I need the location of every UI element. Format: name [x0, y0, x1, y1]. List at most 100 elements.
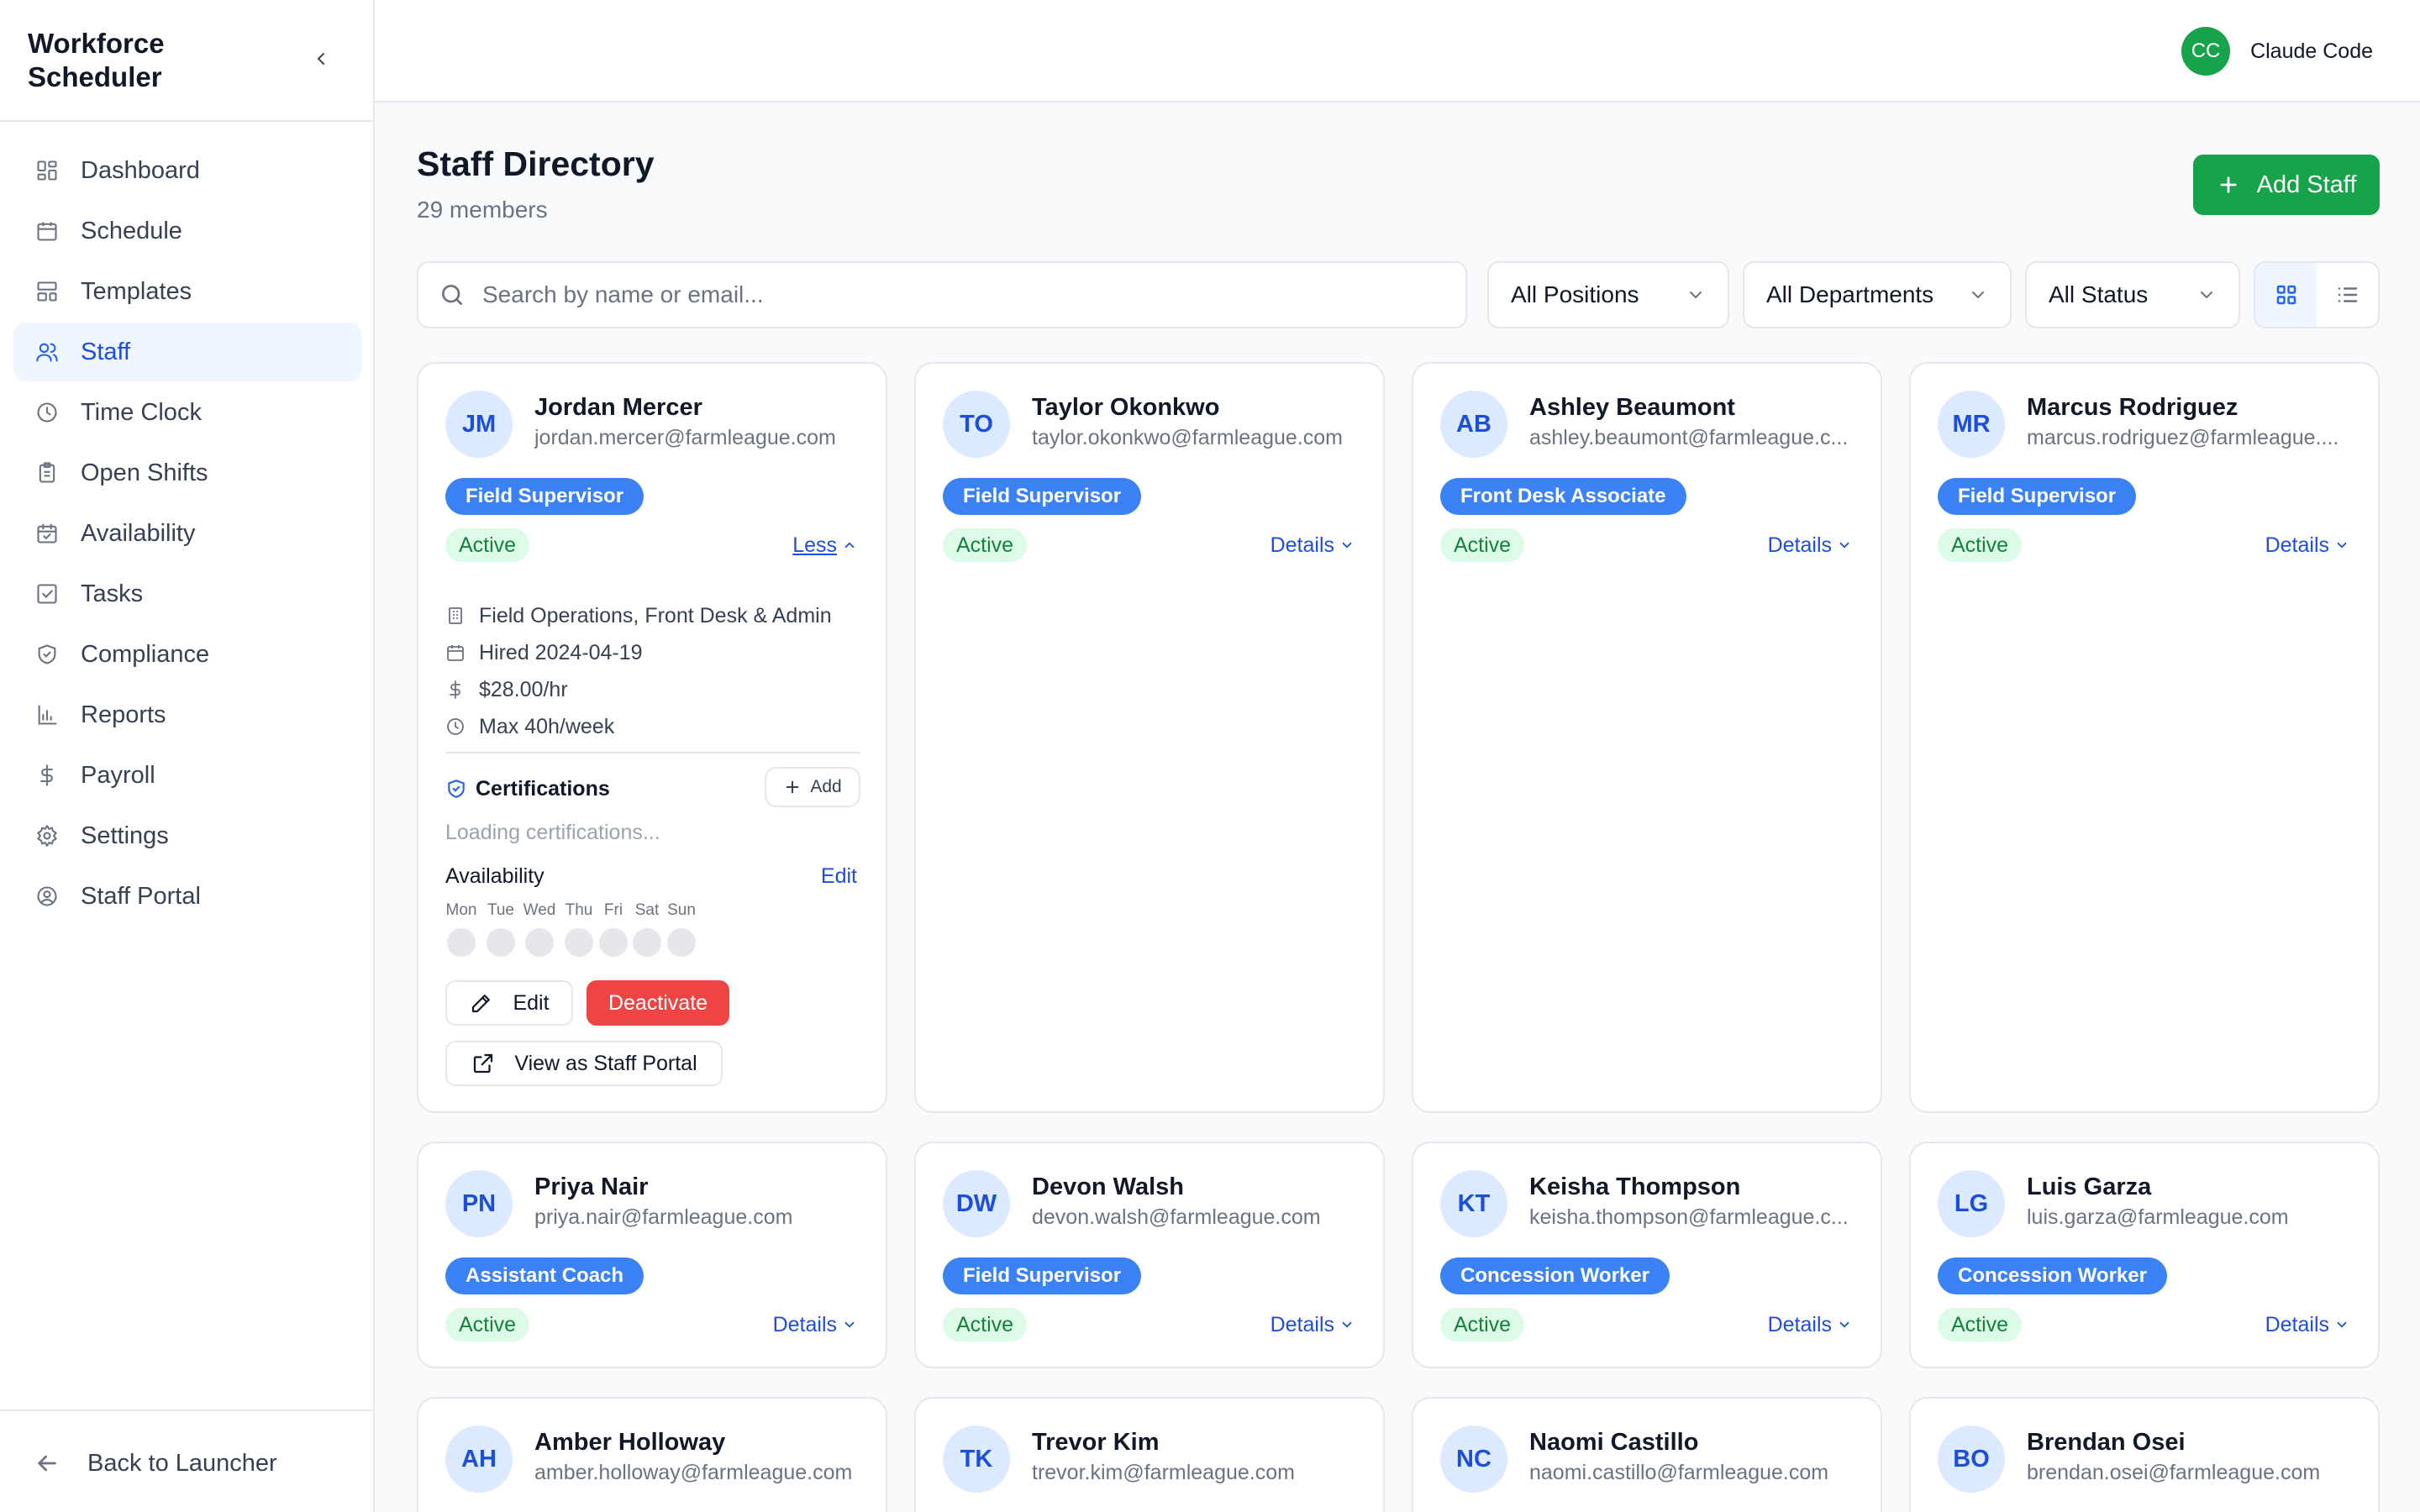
sidebar-item-staff[interactable]: Staff [13, 323, 361, 381]
sidebar-item-label: Tasks [81, 580, 144, 607]
staff-email: ashley.beaumont@farmleague.c... [1529, 426, 1849, 449]
day-toggle-wed[interactable] [525, 928, 554, 957]
add-certification-button[interactable]: Add [765, 767, 860, 807]
chevron-down-icon [1339, 538, 1355, 553]
sidebar-item-templates[interactable]: Templates [13, 262, 361, 321]
sidebar-item-dashboard[interactable]: Dashboard [13, 141, 361, 200]
sidebar-item-schedule[interactable]: Schedule [13, 202, 361, 260]
day-toggle-fri[interactable] [599, 928, 628, 957]
chevron-down-icon [1837, 1317, 1852, 1332]
status-filter[interactable]: All Status [2025, 261, 2240, 328]
sidebar-item-label: Open Shifts [81, 459, 208, 486]
user-name: Claude Code [2250, 39, 2373, 63]
avatar: DW [943, 1170, 1010, 1237]
day-label-wed: Wed [523, 901, 556, 919]
role-badge: Field Supervisor [943, 478, 1142, 515]
day-label-mon: Mon [445, 901, 477, 919]
staff-name: Ashley Beaumont [1529, 394, 1735, 421]
day-toggle-sun[interactable] [667, 928, 696, 957]
sidebar-item-tasks[interactable]: Tasks [13, 564, 361, 623]
grid-icon [2276, 285, 2296, 305]
member-count: 29 members [417, 197, 548, 223]
external-link-icon [471, 1051, 496, 1076]
details-toggle[interactable]: Details [1270, 530, 1355, 560]
sidebar-item-open-shifts[interactable]: Open Shifts [13, 444, 361, 502]
bar-chart-icon [34, 701, 60, 728]
sidebar-item-label: Compliance [81, 640, 210, 668]
staff-card: JM Jordan Mercer jordan.mercer@farmleagu… [417, 362, 887, 1113]
view-staff-portal-button[interactable]: View as Staff Portal [445, 1041, 723, 1086]
chevron-down-icon [1339, 1317, 1355, 1332]
sidebar-item-time-clock[interactable]: Time Clock [13, 383, 361, 442]
collapse-sidebar-button[interactable] [304, 42, 338, 76]
edit-staff-button[interactable]: Edit [445, 980, 573, 1026]
search-placeholder: Search by name or email... [482, 281, 764, 307]
users-icon [34, 339, 60, 365]
avatar: BO [1938, 1425, 2005, 1493]
day-toggle-sat[interactable] [633, 928, 661, 957]
sidebar-item-staff-portal[interactable]: Staff Portal [13, 867, 361, 926]
staff-email: luis.garza@farmleague.com [2027, 1205, 2289, 1229]
avatar: KT [1440, 1170, 1507, 1237]
avatar: AB [1440, 391, 1507, 458]
certifications-label: Certifications [476, 776, 610, 801]
departments-filter[interactable]: All Departments [1743, 261, 2012, 328]
toggle-label: Details [2265, 1312, 2329, 1336]
less-toggle[interactable]: Less [792, 530, 857, 560]
sidebar-item-label: Staff [81, 338, 131, 365]
max-hours-row: Max 40h/week [445, 711, 614, 742]
chevron-down-icon [2334, 1317, 2349, 1332]
user-menu[interactable]: CC Claude Code [2181, 27, 2373, 76]
staff-card: MR Marcus Rodriguez marcus.rodriguez@far… [1909, 362, 2380, 1113]
day-toggle-mon[interactable] [447, 928, 476, 957]
sidebar-item-settings[interactable]: Settings [13, 806, 361, 865]
positions-filter[interactable]: All Positions [1487, 261, 1729, 328]
pencil-icon [469, 990, 494, 1016]
details-toggle[interactable]: Details [2265, 530, 2349, 560]
details-toggle[interactable]: Details [1270, 1310, 1355, 1340]
details-toggle[interactable]: Details [1768, 530, 1852, 560]
app-title: Workforce Scheduler [28, 28, 165, 92]
sidebar-item-availability[interactable]: Availability [13, 504, 361, 563]
staff-email: naomi.castillo@farmleague.com [1529, 1461, 1829, 1484]
sidebar-item-label: Reports [81, 701, 166, 728]
edit-availability-link[interactable]: Edit [821, 864, 857, 889]
shield-check-icon [445, 778, 467, 800]
sidebar-item-label: Time Clock [81, 398, 202, 426]
back-to-launcher-label: Back to Launcher [87, 1449, 277, 1477]
staff-name: Amber Holloway [534, 1429, 726, 1456]
details-toggle[interactable]: Details [2265, 1310, 2349, 1340]
clock-icon [445, 717, 466, 737]
building-icon [445, 606, 466, 626]
staff-email: trevor.kim@farmleague.com [1032, 1461, 1295, 1484]
chevron-down-icon [1972, 291, 1984, 299]
search-input[interactable]: Search by name or email... [417, 261, 1467, 328]
avatar: TO [943, 391, 1010, 458]
gear-icon [34, 822, 60, 849]
sidebar-item-compliance[interactable]: Compliance [13, 625, 361, 684]
list-view-button[interactable] [2317, 263, 2378, 327]
day-toggle-thu[interactable] [565, 928, 593, 957]
user-circle-icon [34, 883, 60, 910]
staff-email: marcus.rodriguez@farmleague.... [2027, 426, 2339, 449]
staff-card: AH Amber Holloway amber.holloway@farmlea… [417, 1397, 887, 1512]
dollar-icon [445, 680, 466, 700]
details-toggle[interactable]: Details [773, 1310, 857, 1340]
day-label-fri: Fri [603, 901, 623, 919]
back-to-launcher-link[interactable]: Back to Launcher [34, 1445, 277, 1482]
grid-view-button[interactable] [2255, 263, 2317, 327]
sidebar: Workforce Scheduler Dashboard Schedule T… [0, 0, 375, 1512]
dashboard-icon [34, 157, 60, 184]
details-toggle[interactable]: Details [1768, 1310, 1852, 1340]
staff-name: Devon Walsh [1032, 1173, 1185, 1200]
day-toggle-tue[interactable] [487, 928, 515, 957]
sidebar-item-payroll[interactable]: Payroll [13, 746, 361, 805]
toggle-label: Less [792, 533, 837, 557]
sidebar-item-label: Dashboard [81, 156, 200, 184]
sidebar-nav: Dashboard Schedule Templates Staff Time … [13, 141, 361, 927]
calendar-icon [34, 218, 60, 244]
avatar: LG [1938, 1170, 2005, 1237]
deactivate-button[interactable]: Deactivate [587, 980, 729, 1026]
add-staff-button[interactable]: Add Staff [2193, 155, 2380, 215]
sidebar-item-reports[interactable]: Reports [13, 685, 361, 744]
